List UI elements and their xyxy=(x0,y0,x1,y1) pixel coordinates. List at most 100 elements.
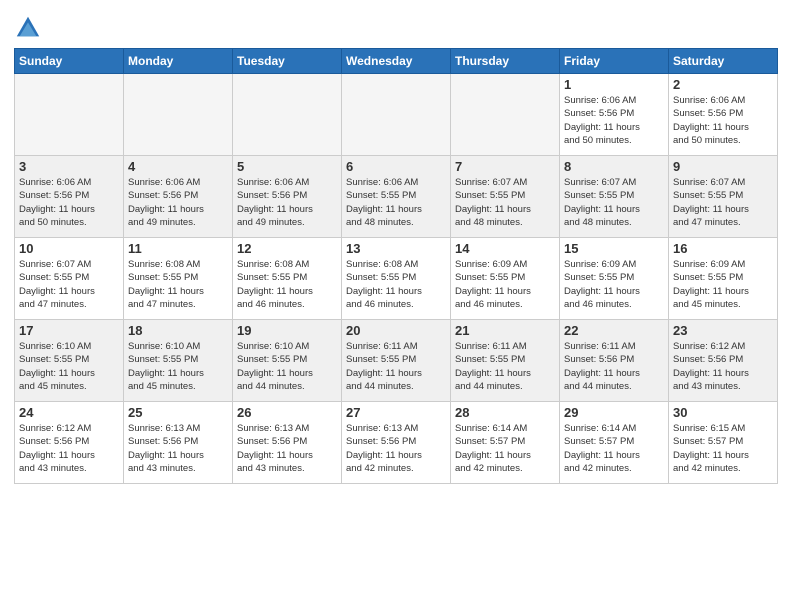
calendar-cell xyxy=(342,74,451,156)
day-info: Sunrise: 6:09 AM Sunset: 5:55 PM Dayligh… xyxy=(564,258,664,311)
day-number: 2 xyxy=(673,77,773,92)
logo-icon xyxy=(14,14,42,42)
day-info: Sunrise: 6:07 AM Sunset: 5:55 PM Dayligh… xyxy=(564,176,664,229)
calendar-cell: 13 Sunrise: 6:08 AM Sunset: 5:55 PM Dayli… xyxy=(342,238,451,320)
day-number: 30 xyxy=(673,405,773,420)
weekday-row: SundayMondayTuesdayWednesdayThursdayFrid… xyxy=(15,49,778,74)
day-number: 18 xyxy=(128,323,228,338)
weekday-header-sunday: Sunday xyxy=(15,49,124,74)
calendar: SundayMondayTuesdayWednesdayThursdayFrid… xyxy=(14,48,778,484)
calendar-cell: 16Sunrise: 6:09 AM Sunset: 5:55 PM Dayli… xyxy=(669,238,778,320)
day-info: Sunrise: 6:13 AM Sunset: 5:56 PM Dayligh… xyxy=(346,422,446,475)
calendar-cell: 30 Sunrise: 6:15 AM Sunset: 5:57 PM Dayli… xyxy=(669,402,778,484)
day-info: Sunrise: 6:07 AM Sunset: 5:55 PM Dayligh… xyxy=(455,176,555,229)
calendar-cell: 5 Sunrise: 6:06 AM Sunset: 5:56 PM Daylig… xyxy=(233,156,342,238)
week-row-2: 3 Sunrise: 6:06 AM Sunset: 5:56 PM Daylig… xyxy=(15,156,778,238)
logo xyxy=(14,14,46,42)
calendar-cell: 2 Sunrise: 6:06 AM Sunset: 5:56 PM Daylig… xyxy=(669,74,778,156)
calendar-cell: 28 Sunrise: 6:14 AM Sunset: 5:57 PM Dayli… xyxy=(451,402,560,484)
day-number: 3 xyxy=(19,159,119,174)
calendar-cell: 1 Sunrise: 6:06 AM Sunset: 5:56 PM Daylig… xyxy=(560,74,669,156)
day-info: Sunrise: 6:12 AM Sunset: 5:56 PM Dayligh… xyxy=(19,422,119,475)
day-number: 27 xyxy=(346,405,446,420)
day-info: Sunrise: 6:10 AM Sunset: 5:55 PM Dayligh… xyxy=(19,340,119,393)
day-number: 29 xyxy=(564,405,664,420)
calendar-body: 1 Sunrise: 6:06 AM Sunset: 5:56 PM Daylig… xyxy=(15,74,778,484)
day-info: Sunrise: 6:14 AM Sunset: 5:57 PM Dayligh… xyxy=(564,422,664,475)
day-info: Sunrise: 6:06 AM Sunset: 5:56 PM Dayligh… xyxy=(19,176,119,229)
day-number: 15 xyxy=(564,241,664,256)
day-info: Sunrise: 6:13 AM Sunset: 5:56 PM Dayligh… xyxy=(237,422,337,475)
calendar-header: SundayMondayTuesdayWednesdayThursdayFrid… xyxy=(15,49,778,74)
calendar-cell: 27 Sunrise: 6:13 AM Sunset: 5:56 PM Dayli… xyxy=(342,402,451,484)
day-info: Sunrise: 6:06 AM Sunset: 5:56 PM Dayligh… xyxy=(673,94,773,147)
calendar-cell: 19 Sunrise: 6:10 AM Sunset: 5:55 PM Dayli… xyxy=(233,320,342,402)
calendar-cell: 15 Sunrise: 6:09 AM Sunset: 5:55 PM Dayli… xyxy=(560,238,669,320)
calendar-cell: 14 Sunrise: 6:09 AM Sunset: 5:55 PM Dayli… xyxy=(451,238,560,320)
day-number: 23 xyxy=(673,323,773,338)
calendar-cell: 11Sunrise: 6:08 AM Sunset: 5:55 PM Dayli… xyxy=(124,238,233,320)
week-row-4: 17Sunrise: 6:10 AM Sunset: 5:55 PM Dayli… xyxy=(15,320,778,402)
day-info: Sunrise: 6:08 AM Sunset: 5:55 PM Dayligh… xyxy=(237,258,337,311)
day-number: 1 xyxy=(564,77,664,92)
calendar-cell: 20 Sunrise: 6:11 AM Sunset: 5:55 PM Dayli… xyxy=(342,320,451,402)
day-info: Sunrise: 6:06 AM Sunset: 5:56 PM Dayligh… xyxy=(237,176,337,229)
day-info: Sunrise: 6:06 AM Sunset: 5:55 PM Dayligh… xyxy=(346,176,446,229)
weekday-header-wednesday: Wednesday xyxy=(342,49,451,74)
day-number: 21 xyxy=(455,323,555,338)
day-info: Sunrise: 6:13 AM Sunset: 5:56 PM Dayligh… xyxy=(128,422,228,475)
day-info: Sunrise: 6:07 AM Sunset: 5:55 PM Dayligh… xyxy=(19,258,119,311)
day-number: 9 xyxy=(673,159,773,174)
day-info: Sunrise: 6:11 AM Sunset: 5:55 PM Dayligh… xyxy=(455,340,555,393)
weekday-header-friday: Friday xyxy=(560,49,669,74)
weekday-header-saturday: Saturday xyxy=(669,49,778,74)
day-number: 14 xyxy=(455,241,555,256)
calendar-cell: 24 Sunrise: 6:12 AM Sunset: 5:56 PM Dayli… xyxy=(15,402,124,484)
day-info: Sunrise: 6:11 AM Sunset: 5:55 PM Dayligh… xyxy=(346,340,446,393)
day-number: 19 xyxy=(237,323,337,338)
week-row-1: 1 Sunrise: 6:06 AM Sunset: 5:56 PM Daylig… xyxy=(15,74,778,156)
calendar-cell: 26 Sunrise: 6:13 AM Sunset: 5:56 PM Dayli… xyxy=(233,402,342,484)
page: SundayMondayTuesdayWednesdayThursdayFrid… xyxy=(0,0,792,612)
day-number: 7 xyxy=(455,159,555,174)
calendar-cell xyxy=(15,74,124,156)
day-number: 8 xyxy=(564,159,664,174)
day-number: 20 xyxy=(346,323,446,338)
day-info: Sunrise: 6:07 AM Sunset: 5:55 PM Dayligh… xyxy=(673,176,773,229)
day-info: Sunrise: 6:09 AM Sunset: 5:55 PM Dayligh… xyxy=(673,258,773,311)
week-row-5: 24 Sunrise: 6:12 AM Sunset: 5:56 PM Dayli… xyxy=(15,402,778,484)
calendar-cell: 22 Sunrise: 6:11 AM Sunset: 5:56 PM Dayli… xyxy=(560,320,669,402)
calendar-cell: 21 Sunrise: 6:11 AM Sunset: 5:55 PM Dayli… xyxy=(451,320,560,402)
calendar-cell: 6Sunrise: 6:06 AM Sunset: 5:55 PM Daylig… xyxy=(342,156,451,238)
day-info: Sunrise: 6:08 AM Sunset: 5:55 PM Dayligh… xyxy=(346,258,446,311)
calendar-cell: 23Sunrise: 6:12 AM Sunset: 5:56 PM Dayli… xyxy=(669,320,778,402)
day-info: Sunrise: 6:11 AM Sunset: 5:56 PM Dayligh… xyxy=(564,340,664,393)
weekday-header-monday: Monday xyxy=(124,49,233,74)
day-number: 12 xyxy=(237,241,337,256)
calendar-cell: 3 Sunrise: 6:06 AM Sunset: 5:56 PM Daylig… xyxy=(15,156,124,238)
calendar-cell: 9 Sunrise: 6:07 AM Sunset: 5:55 PM Daylig… xyxy=(669,156,778,238)
week-row-3: 10Sunrise: 6:07 AM Sunset: 5:55 PM Dayli… xyxy=(15,238,778,320)
calendar-cell: 12 Sunrise: 6:08 AM Sunset: 5:55 PM Dayli… xyxy=(233,238,342,320)
day-number: 22 xyxy=(564,323,664,338)
day-number: 28 xyxy=(455,405,555,420)
day-number: 13 xyxy=(346,241,446,256)
day-number: 11 xyxy=(128,241,228,256)
day-number: 4 xyxy=(128,159,228,174)
day-info: Sunrise: 6:06 AM Sunset: 5:56 PM Dayligh… xyxy=(564,94,664,147)
day-info: Sunrise: 6:10 AM Sunset: 5:55 PM Dayligh… xyxy=(128,340,228,393)
day-number: 24 xyxy=(19,405,119,420)
day-info: Sunrise: 6:06 AM Sunset: 5:56 PM Dayligh… xyxy=(128,176,228,229)
calendar-cell: 7 Sunrise: 6:07 AM Sunset: 5:55 PM Daylig… xyxy=(451,156,560,238)
header xyxy=(14,10,778,42)
calendar-cell: 18 Sunrise: 6:10 AM Sunset: 5:55 PM Dayli… xyxy=(124,320,233,402)
day-info: Sunrise: 6:10 AM Sunset: 5:55 PM Dayligh… xyxy=(237,340,337,393)
weekday-header-tuesday: Tuesday xyxy=(233,49,342,74)
calendar-cell: 29 Sunrise: 6:14 AM Sunset: 5:57 PM Dayli… xyxy=(560,402,669,484)
day-info: Sunrise: 6:14 AM Sunset: 5:57 PM Dayligh… xyxy=(455,422,555,475)
day-info: Sunrise: 6:09 AM Sunset: 5:55 PM Dayligh… xyxy=(455,258,555,311)
day-info: Sunrise: 6:15 AM Sunset: 5:57 PM Dayligh… xyxy=(673,422,773,475)
calendar-cell: 4 Sunrise: 6:06 AM Sunset: 5:56 PM Daylig… xyxy=(124,156,233,238)
day-number: 5 xyxy=(237,159,337,174)
day-number: 26 xyxy=(237,405,337,420)
